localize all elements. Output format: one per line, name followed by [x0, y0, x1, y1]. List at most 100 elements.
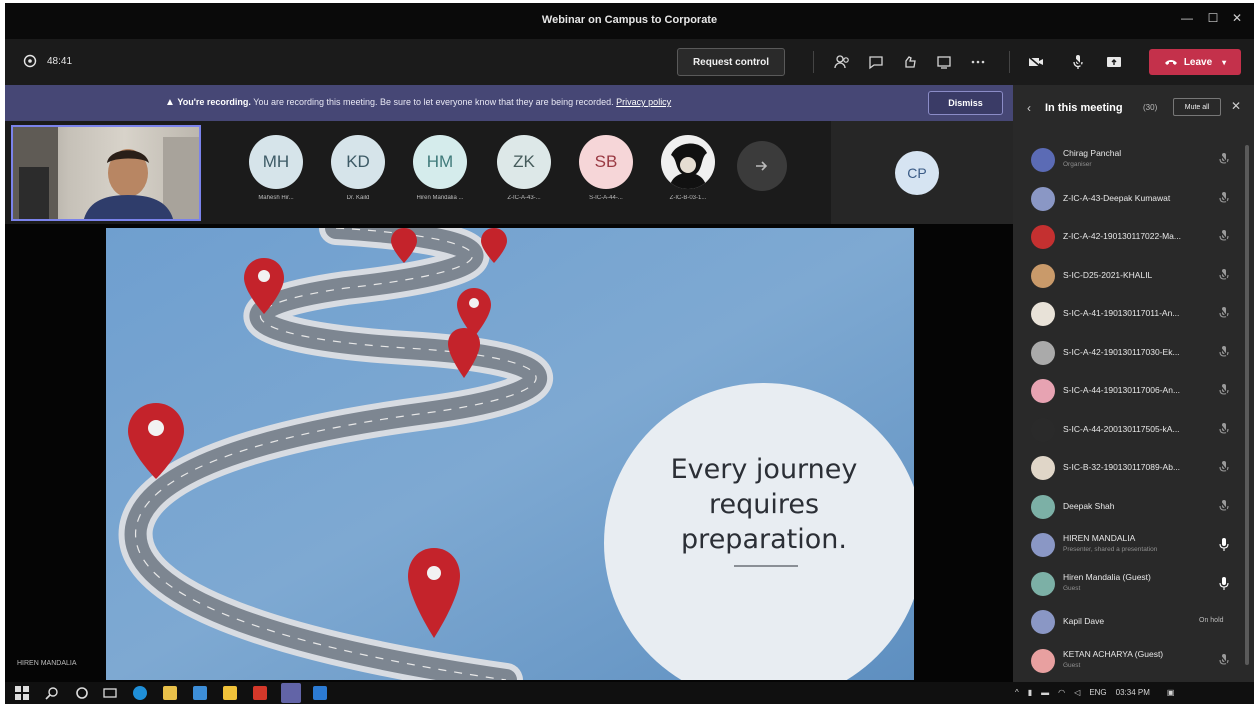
participant-name: Chirag Panchal — [1063, 148, 1122, 158]
people-icon[interactable] — [831, 51, 853, 73]
participant-row[interactable]: S-IC-A-42-190130117030-Ek... — [1013, 334, 1241, 372]
request-control-button[interactable]: Request control — [677, 48, 785, 76]
close-button[interactable]: ✕ — [1227, 11, 1247, 25]
self-video[interactable] — [11, 125, 201, 221]
participant-row[interactable]: Kapil Dave On hold — [1013, 603, 1241, 641]
participant-name: HIREN MANDALIA — [1063, 533, 1136, 543]
participant-name: S-IC-A-44-... — [589, 195, 623, 201]
network-icon[interactable]: ▮ — [1028, 688, 1032, 697]
participant-row[interactable]: Hiren Mandalia (Guest) Guest — [1013, 565, 1241, 603]
warning-icon: ▲ — [165, 97, 175, 108]
participant-row[interactable]: KETAN ACHARYA (Guest) Guest — [1013, 642, 1241, 680]
participant-row[interactable]: Z-IC-A-42-190130117022-Ma... — [1013, 218, 1241, 256]
microphone-muted-icon — [1218, 230, 1230, 244]
rooms-icon[interactable] — [933, 51, 955, 73]
participant-avatar — [1031, 186, 1055, 211]
participant-row[interactable]: HIREN MANDALIA Presenter, shared a presen… — [1013, 526, 1241, 564]
participant-tile[interactable]: Z-IC-B-03-1... — [643, 135, 733, 201]
participant-avatar — [1031, 263, 1055, 288]
maximize-button[interactable]: ☐ — [1203, 11, 1223, 25]
participant-name: KETAN ACHARYA (Guest) — [1063, 648, 1164, 659]
timer-text: 48:41 — [47, 55, 73, 67]
participant-role: Guest — [1063, 584, 1081, 592]
participant-avatar — [1031, 533, 1055, 557]
minimize-button[interactable]: — — [1177, 11, 1197, 25]
language-indicator[interactable]: ENG — [1089, 688, 1106, 697]
meeting-timer: 48:41 — [23, 54, 72, 68]
privacy-policy-link[interactable]: Privacy policy — [616, 97, 671, 107]
chevron-up-icon[interactable]: ^ — [1015, 688, 1019, 697]
participant-row[interactable]: Chirag Panchal Organiser — [1013, 141, 1241, 179]
panel-header: ‹ In this meeting (30) Mute all ✕ — [1013, 85, 1254, 131]
reactions-icon[interactable] — [899, 51, 921, 73]
notifications-icon[interactable]: ▣ — [1167, 688, 1175, 697]
chevron-down-icon: ▾ — [1222, 57, 1227, 67]
microphone-muted-icon — [1218, 461, 1230, 475]
participant-tile[interactable]: ZK Z-IC-A-43-... — [479, 135, 569, 201]
participant-avatar: ZK — [497, 135, 551, 189]
battery-icon[interactable]: ▬ — [1041, 688, 1049, 697]
microphone-muted-icon — [1218, 653, 1230, 668]
participant-row[interactable]: S-IC-A-44-200130117505-kA... — [1013, 411, 1241, 449]
more-options-icon[interactable] — [967, 51, 989, 73]
participant-status: On hold — [1199, 617, 1224, 624]
windows-start-icon[interactable] — [15, 686, 29, 700]
participant-row[interactable]: Z-IC-A-43-Deepak Kumawat — [1013, 180, 1241, 218]
slide-heading: Every journey requires preparation. — [644, 452, 884, 557]
participant-name: Hiren Mandalia ... — [416, 195, 464, 201]
camera-icon[interactable] — [1025, 51, 1047, 73]
chevron-left-icon[interactable]: ‹ — [1027, 101, 1031, 115]
participant-tile[interactable]: KD Dr. Kaild — [313, 135, 403, 201]
participant-count: (30) — [1143, 103, 1158, 112]
chat-icon[interactable] — [865, 51, 887, 73]
more-participants-button[interactable] — [737, 141, 791, 191]
mute-all-button[interactable]: Mute all — [1173, 98, 1221, 116]
participant-name: Mahesh Hir... — [258, 195, 294, 201]
file-explorer-icon[interactable] — [223, 686, 237, 700]
microphone-muted-icon — [1218, 191, 1230, 206]
participant-name: Kapil Dave — [1063, 616, 1105, 626]
recording-body-text: You are recording this meeting. Be sure … — [253, 97, 614, 107]
cp-avatar: CP — [895, 151, 939, 195]
participant-name: Z-IC-A-42-190130117022-Ma... — [1063, 231, 1181, 241]
share-tray-icon[interactable] — [1103, 51, 1125, 73]
leave-button[interactable]: Leave ▾ — [1149, 49, 1241, 75]
participant-tile[interactable]: MH Mahesh Hir... — [231, 135, 321, 201]
participant-row[interactable]: S-IC-B-32-190130117089-Ab... — [1013, 449, 1241, 487]
search-icon[interactable] — [45, 686, 59, 700]
teams-taskbar-icon[interactable] — [281, 683, 301, 703]
participant-row[interactable]: S-IC-A-41-190130117011-An... — [1013, 295, 1241, 333]
participant-tile[interactable]: HM Hiren Mandalia ... — [395, 135, 485, 201]
recording-bold-text: You're recording. — [177, 97, 251, 107]
slide-line-1: Every journey — [670, 454, 858, 485]
microphone-icon[interactable] — [1067, 51, 1089, 73]
participant-avatar — [1031, 379, 1055, 403]
wifi-icon[interactable]: ◠ — [1058, 688, 1065, 697]
dismiss-button[interactable]: Dismiss — [928, 91, 1003, 115]
store-icon[interactable] — [163, 686, 177, 700]
clock[interactable]: 03:34 PM — [1116, 688, 1150, 697]
scrollbar[interactable] — [1245, 145, 1249, 665]
cp-tile[interactable]: CP — [831, 121, 1013, 224]
participants-panel: ‹ In this meeting (30) Mute all ✕ Chirag… — [1013, 85, 1254, 682]
microphone-muted-icon — [1218, 422, 1230, 437]
participant-row[interactable]: Deepak Shah — [1013, 488, 1241, 526]
recording-banner: ▲ You're recording. You are recording th… — [5, 85, 1013, 121]
edge-icon[interactable] — [133, 686, 147, 700]
close-icon[interactable]: ✕ — [1231, 99, 1241, 113]
mail-icon[interactable] — [193, 686, 207, 700]
participant-avatar — [1031, 456, 1055, 480]
participant-row[interactable]: S-IC-D25-2021-KHALIL — [1013, 257, 1241, 295]
volume-icon[interactable]: ◁ — [1074, 688, 1080, 697]
participant-avatar — [1031, 302, 1055, 326]
microphone-muted-icon — [1218, 307, 1230, 321]
participant-avatar — [1031, 340, 1055, 365]
cortana-icon[interactable] — [75, 686, 89, 700]
participant-photo — [661, 135, 715, 189]
app-icon[interactable] — [253, 686, 267, 700]
participant-row[interactable]: S-IC-A-44-190130117006-An... — [1013, 372, 1241, 410]
app-icon[interactable] — [313, 686, 327, 700]
participant-tile[interactable]: SB S-IC-A-44-... — [561, 135, 651, 201]
task-view-icon[interactable] — [103, 686, 117, 700]
participant-avatar: HM — [413, 135, 467, 189]
